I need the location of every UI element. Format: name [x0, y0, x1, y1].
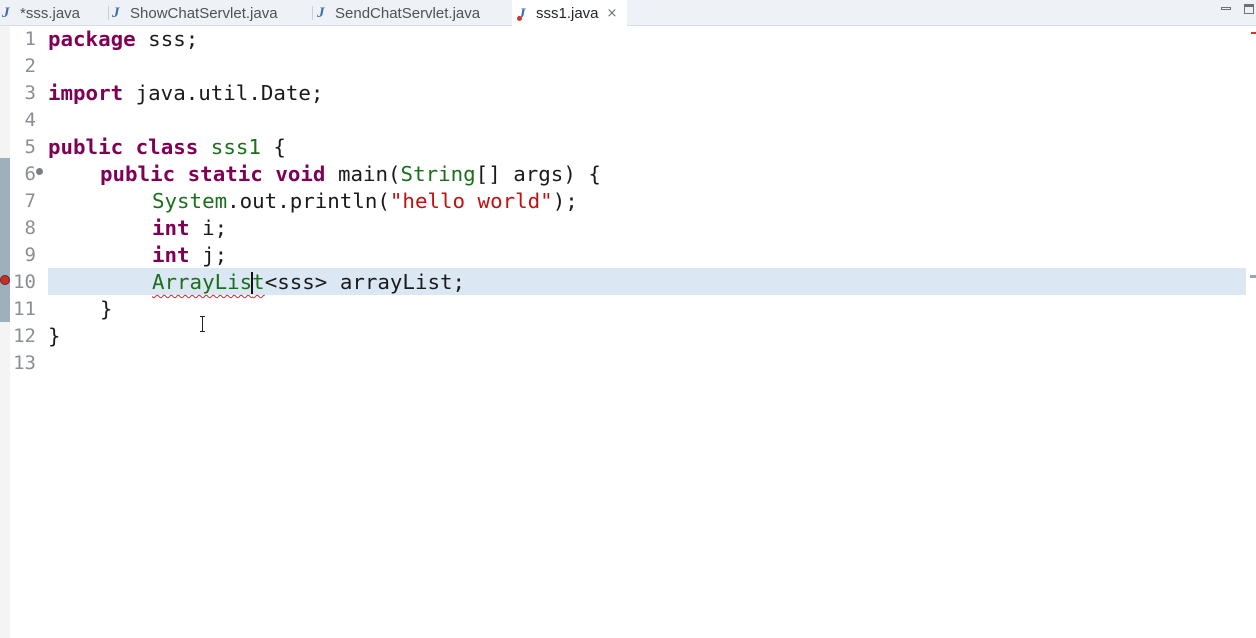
- line-number: 2: [24, 55, 36, 77]
- tab-label: ShowChatServlet.java: [130, 4, 278, 22]
- java-file-icon: J: [112, 5, 120, 21]
- code-line-8: int i;: [152, 215, 227, 242]
- line-number: 7: [24, 190, 36, 212]
- string-literal: "hello world": [389, 189, 553, 213]
- type-name: System: [152, 189, 228, 213]
- tab-sss-java[interactable]: J *sss.java: [2, 0, 80, 26]
- class-name: sss1: [210, 135, 261, 159]
- line-number: 3: [24, 82, 36, 104]
- code-line-5: public class sss1 {: [48, 134, 286, 161]
- code-text: }: [100, 297, 113, 321]
- minimize-icon[interactable]: [1221, 7, 1231, 10]
- tab-sss1-java[interactable]: J sss1.java ×: [512, 0, 628, 27]
- mouse-ibeam-cursor: [200, 316, 206, 332]
- java-file-icon: J: [2, 5, 10, 21]
- code-text: sss;: [135, 27, 199, 51]
- java-file-icon: J: [317, 5, 325, 21]
- keyword: int: [152, 216, 190, 240]
- line-number: 5: [24, 136, 36, 158]
- unresolved-type: ArrayList: [152, 270, 265, 294]
- line-number: 12: [13, 325, 36, 347]
- tab-label: sss1.java: [536, 5, 599, 22]
- line-number: 13: [13, 352, 36, 374]
- line-number: 11: [13, 298, 36, 320]
- code-line-6: public static void main(String[] args) {: [100, 161, 601, 188]
- editor-tab-bar: J *sss.java J ShowChatServlet.java J Sen…: [0, 0, 1256, 27]
- tab-divider: [108, 6, 109, 20]
- keyword: class: [135, 135, 199, 159]
- overview-error-marker[interactable]: [1251, 32, 1256, 34]
- maximize-icon[interactable]: [1244, 4, 1254, 14]
- code-line-7: System.out.println("hello world");: [152, 188, 578, 215]
- java-file-error-icon: J: [517, 6, 528, 21]
- tab-showchatservlet-java[interactable]: J ShowChatServlet.java: [112, 0, 278, 26]
- code-text: java.util.Date;: [123, 81, 324, 105]
- line-number: 4: [24, 109, 36, 131]
- code-line-9: int j;: [152, 242, 227, 269]
- keyword: void: [275, 162, 326, 186]
- error-marker-icon[interactable]: [0, 275, 10, 285]
- keyword: import: [48, 81, 124, 105]
- code-editor[interactable]: 1 2 3 4 5 6 7 8 9 10 11 12 13 package ss…: [0, 26, 1256, 638]
- code-line-12: }: [48, 323, 61, 350]
- fold-collapse-icon[interactable]: [36, 168, 43, 175]
- line-number: 8: [24, 217, 36, 239]
- code-text: );: [552, 189, 578, 213]
- tab-sendchatservlet-java[interactable]: J SendChatServlet.java: [317, 0, 480, 26]
- tab-label: SendChatServlet.java: [335, 4, 481, 22]
- code-text: .out.println(: [227, 189, 390, 213]
- code-line-1: package sss;: [48, 26, 198, 53]
- close-icon[interactable]: ×: [607, 6, 618, 21]
- type-name-part: t: [252, 270, 265, 294]
- keyword: package: [48, 27, 136, 51]
- code-text: j;: [189, 243, 228, 267]
- tab-label: *sss.java: [20, 4, 81, 22]
- code-text: {: [260, 135, 286, 159]
- code-text: [] args) {: [475, 162, 601, 186]
- code-text: <sss> arrayList;: [264, 270, 466, 294]
- line-number: 6: [24, 163, 36, 185]
- line-number: 9: [24, 244, 36, 266]
- overview-line-marker[interactable]: [1250, 275, 1256, 278]
- keyword: public: [100, 162, 176, 186]
- method-name: main(: [337, 162, 401, 186]
- code-line-11: }: [100, 296, 113, 323]
- tab-divider: [312, 6, 313, 20]
- code-text: i;: [189, 216, 228, 240]
- line-number: 10: [13, 271, 36, 293]
- keyword: static: [187, 162, 263, 186]
- line-number: 1: [24, 28, 36, 50]
- type-name-part: ArrayLis: [152, 270, 253, 294]
- keyword: public: [48, 135, 124, 159]
- keyword: int: [152, 243, 190, 267]
- code-line-3: import java.util.Date;: [48, 80, 323, 107]
- code-text: }: [48, 324, 61, 348]
- type-name: String: [400, 162, 476, 186]
- code-line-10: ArrayList<sss> arrayList;: [152, 269, 465, 296]
